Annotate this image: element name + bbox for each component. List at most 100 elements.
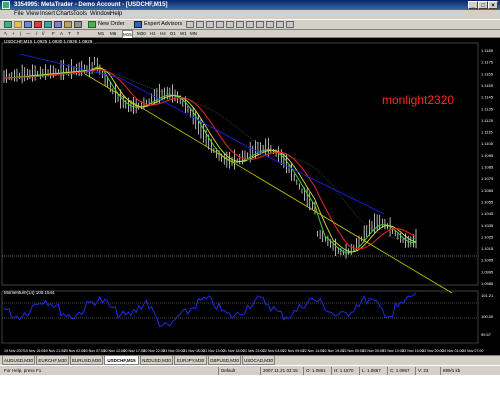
time-axis-label: 22 Nov 19:00 (323, 349, 344, 353)
timeframe-h1[interactable]: H1 (150, 30, 156, 37)
expert-advisors-button[interactable]: Expert Advisors (142, 20, 184, 29)
status-profile: Default (218, 367, 259, 375)
templates-icon[interactable] (286, 21, 294, 28)
line-chart-icon[interactable] (206, 21, 214, 28)
status-traffic: 899/1 kb (440, 367, 460, 375)
zoom-out-icon[interactable] (226, 21, 234, 28)
status-bar: For Help, press F1 Default 2007.11.21 02… (0, 365, 500, 375)
crosshair-tool-icon[interactable]: + (12, 30, 15, 37)
main-toolbar: New Order Expert Advisors (0, 19, 500, 30)
candlestick-icon[interactable] (196, 21, 204, 28)
navigator-icon[interactable] (44, 21, 52, 28)
ma-mid-line (3, 67, 417, 253)
title-bar: 3354995: MetaTrader - Demo Account - [US… (0, 0, 500, 10)
price-axis-label: 1.0985 (481, 281, 494, 286)
status-low: L: 1.0867 (359, 367, 381, 375)
menu-bar: File View Insert Charts Tools Window Hel… (0, 10, 500, 19)
timeframe-m5[interactable]: M5 (110, 30, 116, 37)
tab-nzdusd[interactable]: NZDUSD,M30 (140, 356, 173, 365)
status-help: For Help, press F1 (4, 368, 42, 373)
autoscroll-icon[interactable] (246, 21, 254, 28)
menu-view[interactable]: View (26, 10, 39, 19)
menu-help[interactable]: Help (110, 10, 122, 19)
price-chart[interactable]: 1.1185 1.1175 1.1165 1.1155 1.1145 1.1135 1.11… (0, 38, 500, 355)
empty-area (0, 375, 500, 401)
price-axis-label: 1.1015 (481, 246, 494, 251)
timeframe-m30[interactable]: M30 (137, 30, 146, 37)
chart-window[interactable]: 1.1185 1.1175 1.1165 1.1155 1.1145 1.1135 1.11… (0, 38, 500, 355)
channel-icon[interactable]: // (42, 30, 45, 37)
menu-window[interactable]: Window (90, 10, 111, 19)
new-order-button[interactable]: New Order (96, 20, 127, 29)
bar-chart-icon[interactable] (186, 21, 194, 28)
time-axis-label: 19 Nov 2007 (4, 349, 24, 353)
time-axis-label: 21 Nov 18:00 (223, 349, 244, 353)
momentum-header: Momentum(14) 100.1544 (4, 290, 55, 295)
time-axis-label: 19 Nov 16:00 (24, 349, 45, 353)
time-axis-label: 20 Nov 02:00 (64, 349, 85, 353)
menu-insert[interactable]: Insert (40, 10, 55, 19)
timeframe-m1[interactable]: M1 (98, 30, 104, 37)
tab-usdchf[interactable]: USDCHF,M15 (104, 356, 139, 365)
trendline-icon[interactable]: / (36, 30, 37, 37)
time-axis-label: 20 Nov 12:00 (104, 349, 125, 353)
price-axis-label: 1.1075 (481, 176, 494, 181)
tab-gbpusd[interactable]: GBPUSD,M30 (208, 356, 241, 365)
periods-icon[interactable] (276, 21, 284, 28)
price-axis-label: 1.1125 (481, 118, 494, 123)
vertical-line-icon[interactable]: | (20, 30, 21, 37)
cursor-tool-icon[interactable]: ↖ (4, 30, 8, 37)
tab-eurusd[interactable]: EURUSD,M30 (70, 356, 103, 365)
tab-eurchf[interactable]: EURCHF,M30 (36, 356, 69, 365)
tile-windows-icon[interactable] (236, 21, 244, 28)
minimize-button[interactable]: _ (468, 1, 478, 9)
tab-usdcad[interactable]: USDCAD,M30 (242, 356, 275, 365)
time-axis-label: 23 Nov 15:00 (402, 349, 423, 353)
timeframe-mn[interactable]: MN (190, 30, 197, 37)
price-axis-label: 1.1085 (481, 165, 494, 170)
close-button[interactable]: × (488, 1, 498, 9)
timeframe-d1[interactable]: D1 (170, 30, 176, 37)
status-datetime: 2007.11.21 02:15 (260, 367, 298, 375)
new-chart-icon[interactable] (4, 21, 12, 28)
tester-icon[interactable] (64, 21, 72, 28)
price-axis-label: 1.1115 (481, 130, 493, 135)
time-axis-label: 23 Nov 20:00 (422, 349, 443, 353)
expert-advisors-icon (134, 21, 142, 28)
text-tool-icon[interactable]: A (60, 30, 63, 37)
fullscreen-icon[interactable] (74, 21, 82, 28)
timeframe-w1[interactable]: W1 (180, 30, 187, 37)
price-axis-label: 1.1105 (481, 141, 494, 146)
profiles-icon[interactable] (14, 21, 22, 28)
time-axis-label: 22 Nov 09:00 (283, 349, 304, 353)
fibonacci-icon[interactable]: F (52, 30, 55, 37)
watermark-text: monlight2320 (382, 93, 455, 107)
chart-tabs: AUDUSD,M30 EURCHF,M30 EURUSD,M30 USDCHF,… (0, 355, 500, 365)
time-axis-label: 22 Nov 14:00 (303, 349, 324, 353)
menu-file[interactable]: File (14, 10, 24, 19)
chart-shift-icon[interactable] (256, 21, 264, 28)
market-watch-icon[interactable] (24, 21, 32, 28)
status-high: H: 1.1870 (331, 367, 354, 375)
arrow-tool-icon[interactable]: ⇑ (76, 30, 80, 37)
ma-envelope-line (3, 71, 417, 240)
indicators-icon[interactable] (266, 21, 274, 28)
time-axis-label: 20 Nov 07:00 (84, 349, 105, 353)
menu-charts[interactable]: Charts (56, 10, 74, 19)
app-icon (2, 1, 10, 9)
zoom-in-icon[interactable] (216, 21, 224, 28)
time-axis-label: 19 Nov 21:00 (44, 349, 65, 353)
price-axis-label: 1.1005 (481, 258, 494, 263)
terminal-icon[interactable] (54, 21, 62, 28)
timeframe-toolbar: ↖ + | — / // F A T ⇑ M1 M5 M15 M30 H1 H4… (0, 30, 500, 39)
text-label-icon[interactable]: T (68, 30, 71, 37)
data-window-icon[interactable] (34, 21, 42, 28)
tab-eurjpy[interactable]: EURJPY,M30 (174, 356, 207, 365)
menu-tools[interactable]: Tools (73, 10, 87, 19)
tab-audusd[interactable]: AUDUSD,M30 (2, 356, 35, 365)
timeframe-h4[interactable]: H4 (160, 30, 166, 37)
maximize-button[interactable]: □ (478, 1, 488, 9)
time-axis-label: 24 Nov 07:00 (462, 349, 483, 353)
horizontal-line-icon[interactable]: — (26, 30, 31, 37)
price-axis-label: 1.0995 (481, 269, 494, 274)
